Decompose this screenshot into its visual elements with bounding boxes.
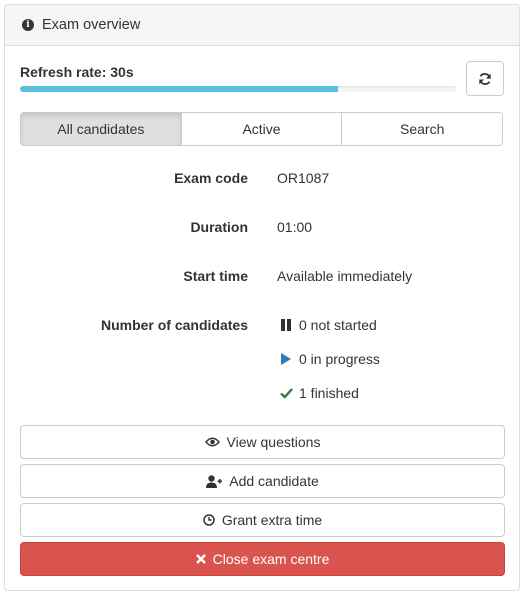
add-candidate-button[interactable]: Add candidate	[20, 464, 505, 498]
duration-row: Duration 01:00	[5, 219, 521, 239]
close-icon	[195, 554, 206, 564]
view-questions-button[interactable]: View questions	[20, 425, 505, 459]
refresh-progress-fill	[20, 86, 339, 92]
play-icon	[279, 352, 293, 366]
finished-count: 1 finished	[299, 385, 359, 401]
grant-extra-time-button[interactable]: Grant extra time	[20, 503, 505, 537]
eye-icon	[204, 437, 220, 447]
grant-extra-time-label: Grant extra time	[221, 512, 323, 528]
duration-value: 01:00	[277, 219, 313, 235]
add-candidate-label: Add candidate	[229, 473, 319, 489]
candidates-label: Number of candidates	[100, 317, 248, 333]
candidate-filter-tabs: All candidates Active Search	[20, 112, 503, 146]
start-time-row: Start time Available immediately	[5, 268, 521, 288]
refresh-rate-label: Refresh rate: 30s	[20, 64, 134, 80]
exam-code-value: OR1087	[277, 170, 330, 186]
start-time-value: Available immediately	[277, 268, 413, 284]
status-not-started: 0 not started	[279, 317, 377, 333]
in-progress-count: 0 in progress	[299, 351, 380, 367]
panel-heading: i Exam overview	[5, 5, 519, 46]
clock-icon	[203, 514, 215, 526]
pause-icon	[279, 318, 293, 332]
user-plus-icon	[206, 474, 223, 488]
panel-title: Exam overview	[42, 17, 141, 33]
duration-label: Duration	[190, 219, 248, 235]
status-finished: 1 finished	[279, 385, 359, 401]
refresh-icon	[479, 72, 491, 85]
candidates-row: Number of candidates	[5, 317, 521, 337]
refresh-progress-bar	[20, 86, 456, 92]
not-started-count: 0 not started	[299, 317, 377, 333]
tab-search[interactable]: Search	[341, 113, 502, 145]
info-circle-icon: i	[22, 19, 34, 31]
start-time-label: Start time	[183, 268, 248, 284]
exam-code-label: Exam code	[174, 170, 248, 186]
status-in-progress: 0 in progress	[279, 351, 380, 367]
check-icon	[279, 386, 293, 400]
view-questions-label: View questions	[226, 434, 321, 450]
close-exam-centre-label: Close exam centre	[212, 551, 330, 567]
tab-active[interactable]: Active	[180, 113, 342, 145]
refresh-button[interactable]	[466, 61, 504, 96]
exam-overview-panel: i Exam overview Refresh rate: 30s All ca…	[4, 4, 520, 591]
tab-all-candidates[interactable]: All candidates	[21, 113, 181, 145]
exam-code-row: Exam code OR1087	[5, 170, 521, 190]
close-exam-centre-button[interactable]: Close exam centre	[20, 542, 505, 576]
